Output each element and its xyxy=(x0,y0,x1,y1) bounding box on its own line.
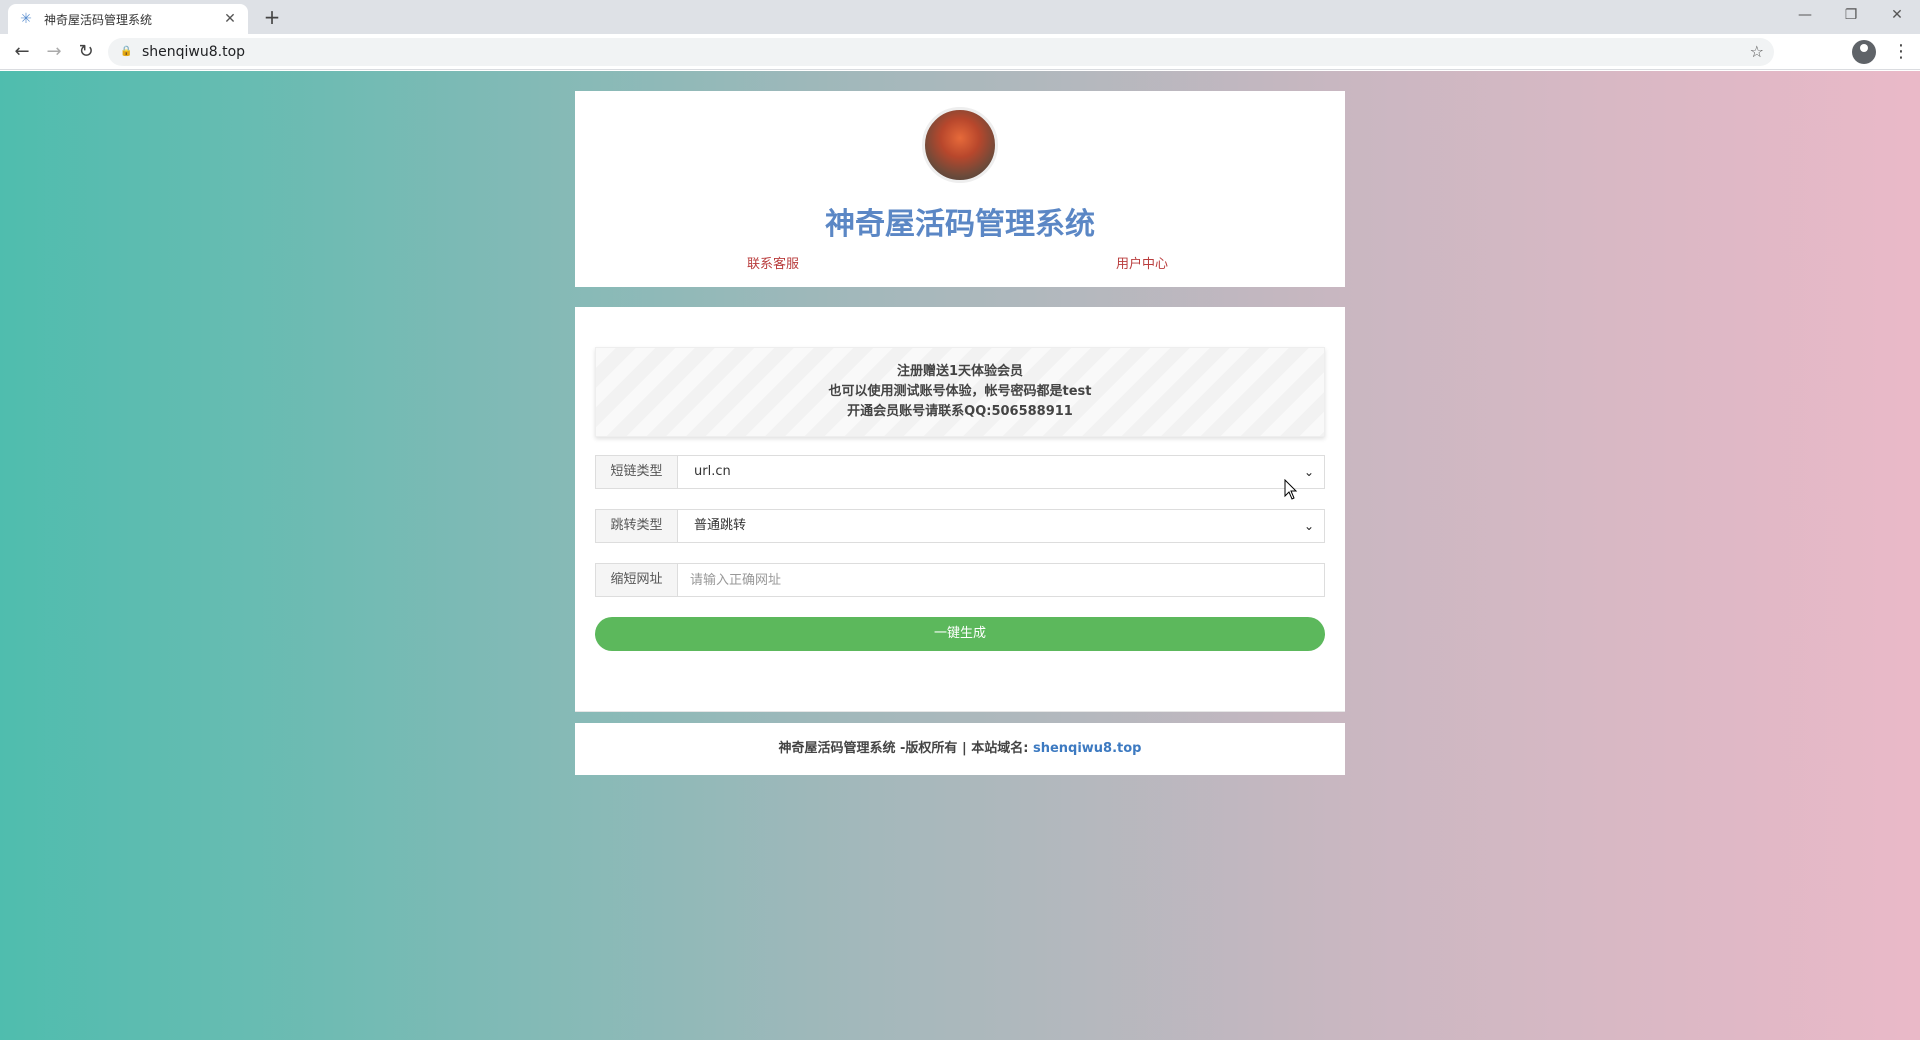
short-type-select[interactable]: url.cn ⌄ xyxy=(678,456,1324,488)
page-background: 神奇屋活码管理系统 联系客服 用户中心 注册赠送1天体验会员 也可以使用测试账号… xyxy=(0,71,1920,1040)
header-card: 神奇屋活码管理系统 联系客服 用户中心 xyxy=(575,91,1345,287)
footer-card: 神奇屋活码管理系统 -版权所有 | 本站域名: shenqiwu8.top xyxy=(575,723,1345,775)
browser-toolbar: ← → ↻ 🔒 shenqiwu8.top ☆ ⋮ xyxy=(0,34,1920,70)
reload-icon[interactable]: ↻ xyxy=(74,40,98,64)
page-title: 神奇屋活码管理系统 xyxy=(825,207,1095,242)
jump-type-field: 跳转类型 普通跳转 ⌄ xyxy=(595,509,1325,543)
main-card: 注册赠送1天体验会员 也可以使用测试账号体验，帐号密码都是test 开通会员账号… xyxy=(575,307,1345,712)
browser-tab-bar: ✳ 神奇屋活码管理系统 ✕ + — ❐ ✕ xyxy=(0,0,1920,34)
site-favicon-icon: ✳ xyxy=(20,11,32,27)
jump-type-label: 跳转类型 xyxy=(596,510,678,542)
url-label: 缩短网址 xyxy=(596,564,678,596)
short-type-label: 短链类型 xyxy=(596,456,678,488)
url-field: 缩短网址 xyxy=(595,563,1325,597)
notice-line: 也可以使用测试账号体验，帐号密码都是test xyxy=(828,384,1092,399)
chevron-down-icon: ⌄ xyxy=(1304,519,1315,533)
footer-domain-link[interactable]: shenqiwu8.top xyxy=(1033,741,1142,756)
back-arrow-icon[interactable]: ← xyxy=(10,40,34,64)
close-window-button[interactable]: ✕ xyxy=(1874,0,1920,30)
jump-type-select[interactable]: 普通跳转 ⌄ xyxy=(678,510,1324,542)
tab-title: 神奇屋活码管理系统 xyxy=(44,12,153,27)
bookmark-star-icon[interactable]: ☆ xyxy=(1750,42,1764,61)
address-bar[interactable]: 🔒 shenqiwu8.top ☆ xyxy=(108,38,1774,66)
footer-text: 神奇屋活码管理系统 -版权所有 | 本站域名: xyxy=(778,741,1033,756)
url-input[interactable] xyxy=(678,564,1324,596)
jump-type-value: 普通跳转 xyxy=(694,518,747,533)
mouse-cursor-icon xyxy=(1284,479,1298,500)
new-tab-button[interactable]: + xyxy=(260,6,284,30)
notice-line: 开通会员账号请联系QQ:506588911 xyxy=(847,404,1073,419)
generate-button[interactable]: 一键生成 xyxy=(595,617,1325,651)
url-text: shenqiwu8.top xyxy=(142,44,246,60)
user-center-link[interactable]: 用户中心 xyxy=(1116,253,1168,272)
short-type-field: 短链类型 url.cn ⌄ xyxy=(595,455,1325,489)
short-type-value: url.cn xyxy=(694,464,731,479)
browser-tab[interactable]: ✳ 神奇屋活码管理系统 ✕ xyxy=(8,4,248,34)
contact-support-link[interactable]: 联系客服 xyxy=(747,253,799,272)
lock-icon: 🔒 xyxy=(120,46,133,57)
browser-menu-icon[interactable]: ⋮ xyxy=(1892,40,1910,64)
minimize-button[interactable]: — xyxy=(1782,0,1828,30)
avatar xyxy=(922,107,998,183)
forward-arrow-icon[interactable]: → xyxy=(42,40,66,64)
tab-close-icon[interactable]: ✕ xyxy=(222,11,238,27)
chevron-down-icon: ⌄ xyxy=(1304,465,1315,479)
profile-icon[interactable] xyxy=(1852,40,1876,64)
restore-button[interactable]: ❐ xyxy=(1828,0,1874,30)
notice-box: 注册赠送1天体验会员 也可以使用测试账号体验，帐号密码都是test 开通会员账号… xyxy=(595,347,1325,437)
notice-line: 注册赠送1天体验会员 xyxy=(896,364,1024,379)
